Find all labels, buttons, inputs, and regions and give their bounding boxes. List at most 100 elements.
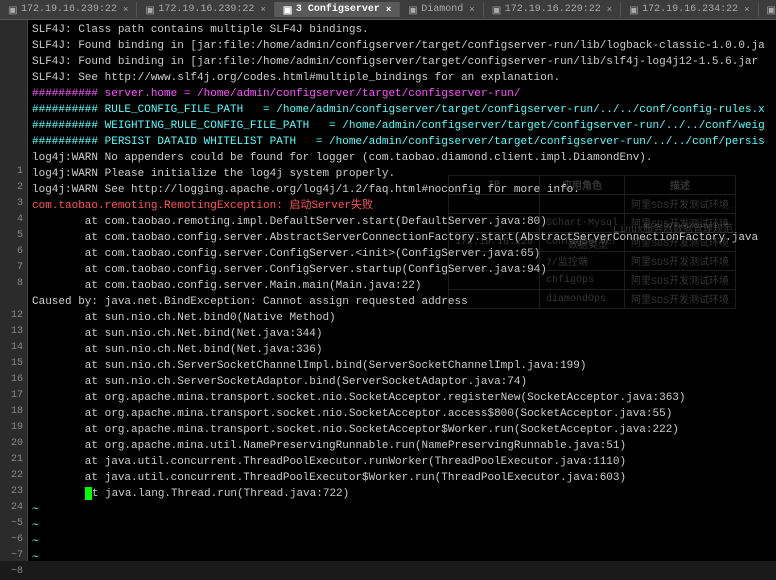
- code-line: ########## server.home = /home/admin/con…: [32, 86, 772, 102]
- code-line: at com.taobao.config.server.ConfigServer…: [32, 246, 772, 262]
- gutter-line: [0, 20, 23, 36]
- gutter-line: [0, 100, 23, 116]
- gutter-line: 22: [0, 468, 23, 484]
- gutter-line: 7: [0, 260, 23, 276]
- close-icon[interactable]: ×: [123, 5, 128, 15]
- gutter-line: [0, 292, 23, 308]
- tab-2[interactable]: ▣3 Configserver ×: [275, 2, 400, 17]
- gutter-line: ~5: [0, 516, 23, 532]
- tab-1[interactable]: ▣172.19.16.239:22 ×: [137, 2, 274, 17]
- code-line: at org.apache.mina.transport.socket.nio.…: [32, 406, 772, 422]
- code-line: ########## WEIGHTING_RULE_CONFIG_FILE_PA…: [32, 118, 772, 134]
- gutter-line: [0, 132, 23, 148]
- gutter-line: 16: [0, 372, 23, 388]
- tab-label: Diamond: [421, 4, 463, 15]
- code-line: at com.taobao.config.server.ConfigServer…: [32, 262, 772, 278]
- code-line: at java.util.concurrent.ThreadPoolExecut…: [32, 470, 772, 486]
- code-line: at java.util.concurrent.ThreadPoolExecut…: [32, 454, 772, 470]
- gutter-line: 19: [0, 420, 23, 436]
- gutter-line: 3: [0, 196, 23, 212]
- tab-label: 172.19.16.229:22: [505, 4, 601, 15]
- terminal-icon: ▣: [145, 5, 155, 15]
- gutter-line: [0, 148, 23, 164]
- tab-label: 3 Configserver: [296, 4, 380, 15]
- code-line: ########## RULE_CONFIG_FILE_PATH = /home…: [32, 102, 772, 118]
- gutter-line: [0, 68, 23, 84]
- code-line: SLF4J: Found binding in [jar:file:/home/…: [32, 54, 772, 70]
- gutter-line: 6: [0, 244, 23, 260]
- gutter-line: 21: [0, 452, 23, 468]
- gutter-line: 14: [0, 340, 23, 356]
- gutter-line: 23: [0, 484, 23, 500]
- code-line: Caused by: java.net.BindException: Canno…: [32, 294, 772, 310]
- gutter-line: [0, 36, 23, 52]
- gutter-line: 13: [0, 324, 23, 340]
- cursor: [85, 487, 92, 500]
- code-line: ~: [32, 550, 772, 561]
- code-line: at org.apache.mina.util.NamePreservingRu…: [32, 438, 772, 454]
- code-line: log4j:WARN No appenders could be found f…: [32, 150, 772, 166]
- tab-5[interactable]: ▣172.19.16.234:22×: [621, 2, 758, 17]
- terminal-icon: ▣: [283, 5, 293, 15]
- tab-bar: ▣172.19.16.239:22×▣172.19.16.239:22×▣3 C…: [0, 0, 776, 20]
- editor-area: 12345678 12131415161718192021222324~5~6~…: [0, 20, 776, 561]
- code-line: at org.apache.mina.transport.socket.nio.…: [32, 422, 772, 438]
- terminal-icon: ▣: [629, 5, 639, 15]
- code-line: at org.apache.mina.transport.socket.nio.…: [32, 390, 772, 406]
- gutter-line: 2: [0, 180, 23, 196]
- close-icon[interactable]: ×: [744, 5, 749, 15]
- terminal-icon: ▣: [8, 5, 18, 15]
- gutter-line: [0, 116, 23, 132]
- close-icon[interactable]: ×: [386, 5, 391, 15]
- gutter-line: 17: [0, 388, 23, 404]
- code-line: ~: [32, 502, 772, 518]
- gutter-line: 15: [0, 356, 23, 372]
- code-line: SLF4J: Found binding in [jar:file:/home/…: [32, 38, 772, 54]
- code-line: SLF4J: See http://www.slf4j.org/codes.ht…: [32, 70, 772, 86]
- lines-container: SLF4J: Class path contains multiple SLF4…: [32, 22, 772, 561]
- tab-3[interactable]: ▣Diamond ×: [400, 2, 483, 17]
- tab-6[interactable]: ▣7×: [759, 2, 776, 17]
- gutter-line: 20: [0, 436, 23, 452]
- gutter-line: ~6: [0, 532, 23, 548]
- code-line: at sun.nio.ch.Net.bind0(Native Method): [32, 310, 772, 326]
- code-line: ~: [32, 518, 772, 534]
- terminal-icon: ▣: [408, 5, 418, 15]
- code-line: log4j:WARN See http://logging.apache.org…: [32, 182, 772, 198]
- gutter-line: [0, 52, 23, 68]
- tab-4[interactable]: ▣172.19.16.229:22 ×: [484, 2, 621, 17]
- code-line: at sun.nio.ch.Net.bind(Net.java:336): [32, 342, 772, 358]
- gutter-line: 4: [0, 212, 23, 228]
- gutter-line: ~7: [0, 548, 23, 564]
- terminal-icon: ▣: [492, 5, 502, 15]
- close-icon[interactable]: ×: [469, 5, 474, 15]
- code-line: at com.taobao.remoting.impl.DefaultServe…: [32, 214, 772, 230]
- gutter-line: 1: [0, 164, 23, 180]
- code-line: ~: [32, 534, 772, 550]
- tab-label: 172.19.16.239:22: [21, 4, 117, 15]
- gutter-line: 12: [0, 308, 23, 324]
- gutter-line: 8: [0, 276, 23, 292]
- tab-label: 172.19.16.239:22: [158, 4, 254, 15]
- gutter-line: 5: [0, 228, 23, 244]
- code-line: log4j:WARN Please initialize the log4j s…: [32, 166, 772, 182]
- code-line: t java.lang.Thread.run(Thread.java:722): [32, 486, 772, 502]
- gutter-line: 24: [0, 500, 23, 516]
- gutter-line: [0, 84, 23, 100]
- code-line: at sun.nio.ch.Net.bind(Net.java:344): [32, 326, 772, 342]
- code-line: ########## PERSIST DATAID WHITELIST PATH…: [32, 134, 772, 150]
- line-gutter: 12345678 12131415161718192021222324~5~6~…: [0, 20, 28, 561]
- code-line: at sun.nio.ch.ServerSocketChannelImpl.bi…: [32, 358, 772, 374]
- code-line: SLF4J: Class path contains multiple SLF4…: [32, 22, 772, 38]
- close-icon[interactable]: ×: [607, 5, 612, 15]
- code-area[interactable]: IP应用角色描述 阿里SDS开发测试环境SChart-Mysql阿里SDS开发测…: [28, 20, 776, 561]
- tab-0[interactable]: ▣172.19.16.239:22 ×: [0, 2, 137, 17]
- code-line: at sun.nio.ch.ServerSocketAdaptor.bind(S…: [32, 374, 772, 390]
- close-icon[interactable]: ×: [260, 5, 265, 15]
- code-line: at com.taobao.config.server.AbstractServ…: [32, 230, 772, 246]
- terminal-icon: ▣: [767, 5, 776, 15]
- code-line: at com.taobao.config.server.Main.main(Ma…: [32, 278, 772, 294]
- code-line: com.taobao.remoting.RemotingException: 启…: [32, 198, 772, 214]
- gutter-line: 18: [0, 404, 23, 420]
- gutter-line: ~8: [0, 564, 23, 580]
